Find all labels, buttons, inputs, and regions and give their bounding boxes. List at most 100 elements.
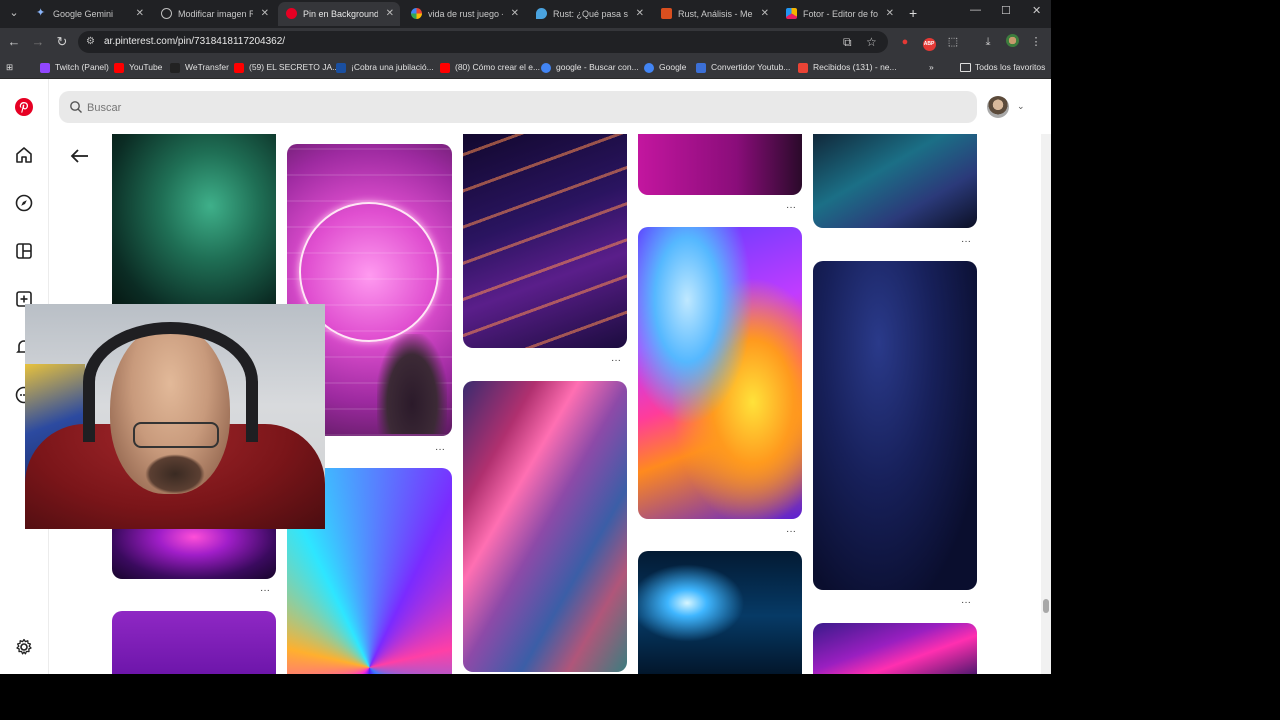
new-tab-icon[interactable]: +: [909, 5, 917, 21]
tab-search-icon[interactable]: ⌄: [6, 5, 22, 21]
twitch-icon: [40, 62, 50, 73]
bookmarks-bar: ⊞ Twitch (Panel) YouTube WeTransfer (59)…: [0, 56, 1051, 79]
tab-pinterest[interactable]: Pin en Backgrounds/W ✕: [278, 2, 400, 26]
tab-google-gemini[interactable]: ✦ Google Gemini ✕: [28, 2, 150, 26]
pinterest-tab-icon: [286, 8, 297, 19]
pin-menu-icon[interactable]: ···: [786, 526, 796, 537]
bookmark-el-secreto[interactable]: (59) EL SECRETO JA...: [234, 56, 339, 78]
tab-rust-analisis[interactable]: Rust, Análisis - Merist ✕: [653, 2, 775, 26]
bookmark-gmail[interactable]: Recibidos (131) - ne...: [798, 56, 897, 78]
bookmark-label: WeTransfer: [185, 62, 229, 72]
adblock-icon[interactable]: ABP: [921, 34, 937, 51]
pin-menu-icon[interactable]: ···: [611, 355, 621, 366]
pin-menu-icon[interactable]: ···: [260, 585, 270, 596]
converter-icon: [696, 62, 706, 73]
pin-green-galaxy[interactable]: [112, 134, 276, 314]
tab-fotor[interactable]: Fotor - Editor de foto ✕: [778, 2, 900, 26]
plant-leaves: [377, 334, 447, 434]
page-scrollbar[interactable]: [1041, 134, 1051, 674]
bookmark-como-crear[interactable]: (80) Cómo crear el e...: [440, 56, 540, 78]
google-icon: [411, 8, 422, 19]
site-info-icon[interactable]: ⚙: [86, 35, 100, 49]
profile-icon[interactable]: [1004, 34, 1020, 50]
gmail-icon: [798, 62, 808, 73]
search-bar[interactable]: [59, 91, 977, 125]
pin-menu-icon[interactable]: ···: [435, 444, 445, 455]
bookmark-label: ¡Cobra una jubilació...: [351, 62, 434, 72]
bookmark-label: google - Buscar con...: [556, 62, 639, 72]
menu-kebab-icon[interactable]: ⋮: [1028, 34, 1044, 50]
pin-magenta-gradient[interactable]: [638, 134, 802, 195]
close-tab-icon[interactable]: ✕: [636, 2, 644, 26]
browser-toolbar: ← → ↻ ⚙ ar.pinterest.com/pin/73184181172…: [0, 28, 1051, 56]
search-input[interactable]: [85, 91, 939, 125]
pin-menu-icon[interactable]: ···: [786, 202, 796, 213]
all-bookmarks-folder[interactable]: Todos los favoritos: [960, 56, 1045, 78]
bookmark-label: Todos los favoritos: [975, 62, 1046, 72]
pin-pink-diagonal-blur[interactable]: [463, 381, 627, 672]
close-tab-icon[interactable]: ✕: [886, 2, 894, 26]
tab-rust-que-pasa[interactable]: Rust: ¿Qué pasa si m ✕: [528, 2, 650, 26]
google-icon: [644, 62, 654, 73]
pin-menu-icon[interactable]: ···: [961, 236, 971, 247]
tab-strip: ⌄ ✦ Google Gemini ✕ Modificar imagen Rus…: [0, 0, 1051, 28]
bookmarks-overflow-icon[interactable]: »: [929, 56, 934, 78]
close-tab-icon[interactable]: ✕: [761, 2, 769, 26]
forward-icon[interactable]: →: [30, 34, 46, 50]
account-chevron-down-icon[interactable]: ⌄: [1017, 101, 1025, 112]
minimize-icon[interactable]: —: [970, 4, 981, 16]
folder-icon: [960, 63, 971, 73]
scrollbar-thumb[interactable]: [1043, 599, 1049, 613]
search-icon: [70, 101, 82, 113]
tab-title: Rust, Análisis - Merist: [678, 9, 753, 19]
pin-liquid-color[interactable]: [638, 227, 802, 519]
close-tab-icon[interactable]: ✕: [261, 2, 269, 26]
wetransfer-icon: [170, 62, 180, 73]
youtube-icon: [114, 62, 124, 73]
extensions-puzzle-icon[interactable]: ⬚: [945, 34, 961, 50]
extension-record-icon[interactable]: ●: [897, 34, 913, 50]
address-bar[interactable]: ⚙ ar.pinterest.com/pin/7318418117204362/…: [78, 31, 888, 53]
close-tab-icon[interactable]: ✕: [511, 2, 519, 26]
bookmark-wetransfer[interactable]: WeTransfer: [170, 56, 229, 78]
bookmark-youtube[interactable]: YouTube: [114, 56, 162, 78]
tab-title: Google Gemini: [53, 9, 114, 19]
url-text[interactable]: ar.pinterest.com/pin/7318418117204362/: [104, 31, 285, 53]
afp-icon: [336, 62, 346, 73]
webcam-beard: [145, 454, 205, 494]
bookmark-google[interactable]: Google: [644, 56, 686, 78]
download-icon[interactable]: ⤓: [980, 34, 996, 50]
tab-title: vida de rust juego - B: [428, 9, 503, 19]
avatar[interactable]: [987, 96, 1009, 118]
back-icon[interactable]: ←: [6, 34, 22, 50]
bookmark-google-buscar[interactable]: google - Buscar con...: [541, 56, 639, 78]
pin-dark-blue-brush[interactable]: [813, 261, 977, 590]
pin-speed-lines[interactable]: [463, 134, 627, 348]
bookmark-twitch[interactable]: Twitch (Panel): [40, 56, 109, 78]
pinterest-logo-icon[interactable]: [14, 97, 34, 117]
pin-menu-icon[interactable]: ···: [961, 597, 971, 608]
bookmark-convertidor[interactable]: Convertidor Youtub...: [696, 56, 790, 78]
pin-blue-light-trail[interactable]: [638, 551, 802, 674]
pin-violet-stars[interactable]: [112, 611, 276, 674]
drop-icon: [536, 8, 547, 19]
reload-icon[interactable]: ↻: [54, 34, 70, 50]
apps-grid-icon[interactable]: ⊞: [6, 56, 13, 78]
close-window-icon[interactable]: ✕: [1032, 4, 1041, 17]
tab-vida-de-rust[interactable]: vida de rust juego - B ✕: [403, 2, 525, 26]
bookmark-jubilacion[interactable]: ¡Cobra una jubilació...: [336, 56, 434, 78]
youtube-icon: [440, 62, 450, 73]
back-arrow-icon[interactable]: [68, 144, 92, 168]
gemini-icon: ✦: [36, 7, 46, 19]
bookmark-label: (80) Cómo crear el e...: [455, 62, 541, 72]
pin-neon-waves[interactable]: [813, 623, 977, 674]
pin-teal-aurora[interactable]: [813, 134, 977, 228]
install-app-icon[interactable]: ⧉: [843, 35, 852, 49]
browser-window: ⌄ ✦ Google Gemini ✕ Modificar imagen Rus…: [0, 0, 1051, 674]
close-tab-icon[interactable]: ✕: [386, 2, 394, 26]
bookmark-star-icon[interactable]: ☆: [866, 35, 877, 49]
maximize-icon[interactable]: ☐: [1001, 4, 1011, 17]
close-tab-icon[interactable]: ✕: [136, 2, 144, 26]
tab-modificar-imagen[interactable]: Modificar imagen Rust ✕: [153, 2, 275, 26]
tab-title: Pin en Backgrounds/W: [303, 9, 378, 19]
